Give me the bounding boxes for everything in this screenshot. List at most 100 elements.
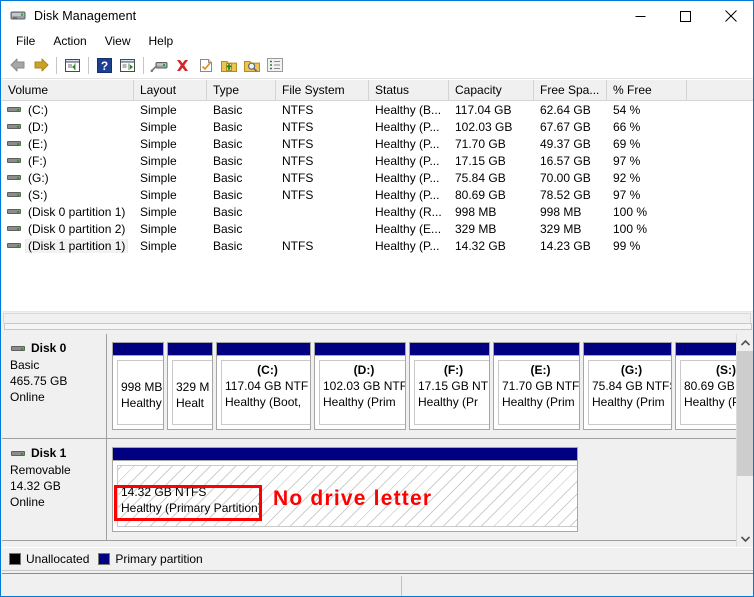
partition-color-bar xyxy=(584,343,671,356)
cell-layout: Simple xyxy=(134,222,207,236)
help-icon[interactable]: ? xyxy=(93,54,116,76)
table-row[interactable]: (S:)SimpleBasicNTFSHealthy (P...80.69 GB… xyxy=(2,186,754,203)
legend-swatch-primary-partition xyxy=(98,553,110,565)
cell-capacity: 998 MB xyxy=(449,205,534,219)
partition-block[interactable]: (F:)17.15 GB NTHealthy (Pr xyxy=(409,342,490,430)
partition-color-bar xyxy=(168,343,212,356)
column-header-filler xyxy=(687,80,754,100)
partition-body: 998 MBHealthy xyxy=(113,356,163,429)
menu-item-file[interactable]: File xyxy=(7,32,44,51)
table-row[interactable]: (G:)SimpleBasicNTFSHealthy (P...75.84 GB… xyxy=(2,169,754,186)
cell-capacity: 17.15 GB xyxy=(449,154,534,168)
column-header-volume[interactable]: Volume xyxy=(2,80,134,100)
cell-layout: Simple xyxy=(134,239,207,253)
disk-info[interactable]: Disk 0Basic465.75 GBOnline xyxy=(2,334,107,438)
table-row[interactable]: (Disk 1 partition 1)SimpleBasicNTFSHealt… xyxy=(2,237,754,254)
table-row[interactable]: (D:)SimpleBasicNTFSHealthy (P...102.03 G… xyxy=(2,118,754,135)
volume-label: (Disk 0 partition 2) xyxy=(26,222,127,236)
partition-block[interactable]: (E:)71.70 GB NTFSHealthy (Prim xyxy=(493,342,580,430)
cell-free: 14.23 GB xyxy=(534,239,607,253)
partition-text: (E:)71.70 GB NTFSHealthy (Prim xyxy=(498,360,579,425)
menu-bar: File Action View Help xyxy=(1,31,753,52)
cell-filesystem: NTFS xyxy=(276,103,369,117)
forward-icon[interactable] xyxy=(29,54,52,76)
table-row[interactable]: (E:)SimpleBasicNTFSHealthy (P...71.70 GB… xyxy=(2,135,754,152)
volume-drive-icon xyxy=(6,138,22,149)
partition-block[interactable]: (D:)102.03 GB NTFHealthy (Prim xyxy=(314,342,406,430)
legend-label-primary-partition: Primary partition xyxy=(115,552,202,566)
partition-health: Healthy (Pr xyxy=(418,394,489,410)
menu-item-view[interactable]: View xyxy=(96,32,140,51)
partition-color-bar xyxy=(410,343,489,356)
cell-volume: (Disk 0 partition 1) xyxy=(2,205,134,219)
show-hide-action-pane-icon[interactable] xyxy=(116,54,139,76)
partition-block[interactable]: (S:)80.69 GB NTFSHealthy (Prima xyxy=(675,342,737,430)
cell-volume: (E:) xyxy=(2,137,134,151)
toolbar-separator xyxy=(56,57,57,74)
pane-splitter[interactable] xyxy=(2,323,754,334)
column-header-capacity[interactable]: Capacity xyxy=(449,80,534,100)
partition-health: Healthy xyxy=(121,395,163,411)
partition-health: Healthy (Prima xyxy=(684,394,737,410)
cell-pctfree: 100 % xyxy=(607,205,687,219)
column-header-type[interactable]: Type xyxy=(207,80,276,100)
table-row[interactable]: (Disk 0 partition 1)SimpleBasicHealthy (… xyxy=(2,203,754,220)
disk-state: Online xyxy=(10,389,106,405)
partition-health: Healthy (Boot, xyxy=(225,394,310,410)
partition-size: 117.04 GB NTF xyxy=(225,378,310,394)
disk-block[interactable]: Disk 0Basic465.75 GBOnline998 MBHealthy3… xyxy=(2,334,737,439)
disk-name: Disk 0 xyxy=(31,341,66,355)
close-button[interactable] xyxy=(708,1,753,31)
partition-block[interactable]: 329 MHealt xyxy=(167,342,213,430)
show-hide-console-tree-icon[interactable] xyxy=(61,54,84,76)
column-header-file-system[interactable]: File System xyxy=(276,80,369,100)
minimize-button[interactable] xyxy=(618,1,663,31)
partition-drive-letter: (D:) xyxy=(323,363,405,377)
cell-layout: Simple xyxy=(134,120,207,134)
column-header-percent-free[interactable]: % Free xyxy=(607,80,687,100)
partition-color-bar xyxy=(494,343,579,356)
export-list-icon[interactable] xyxy=(217,54,240,76)
partition-body: 329 MHealt xyxy=(168,356,212,429)
partition-body: (D:)102.03 GB NTFHealthy (Prim xyxy=(315,356,405,429)
rescan-disks-icon[interactable] xyxy=(148,54,171,76)
detail-view-icon[interactable] xyxy=(263,54,286,76)
delete-icon[interactable] xyxy=(171,54,194,76)
cell-filesystem: NTFS xyxy=(276,137,369,151)
volume-list-body: (C:)SimpleBasicNTFSHealthy (B...117.04 G… xyxy=(2,101,754,254)
menu-item-help[interactable]: Help xyxy=(140,32,183,51)
cell-volume: (D:) xyxy=(2,120,134,134)
column-header-layout[interactable]: Layout xyxy=(134,80,207,100)
partition-block[interactable]: 998 MBHealthy xyxy=(112,342,164,430)
partition-size: 80.69 GB NTFS xyxy=(684,378,737,394)
table-row[interactable]: (F:)SimpleBasicNTFSHealthy (P...17.15 GB… xyxy=(2,152,754,169)
search-icon[interactable] xyxy=(240,54,263,76)
partition-block[interactable]: (G:)75.84 GB NTFSHealthy (Prim xyxy=(583,342,672,430)
back-icon[interactable] xyxy=(6,54,29,76)
disk-size: 14.32 GB xyxy=(10,478,106,494)
table-row[interactable]: (Disk 0 partition 2)SimpleBasicHealthy (… xyxy=(2,220,754,237)
graphical-view-vscrollbar[interactable] xyxy=(736,334,754,547)
column-header-free-space[interactable]: Free Spa... xyxy=(534,80,607,100)
disk-drive-icon xyxy=(10,8,26,24)
volume-list-pane: Volume Layout Type File System Status Ca… xyxy=(2,79,754,330)
cell-volume: (G:) xyxy=(2,171,134,185)
cell-type: Basic xyxy=(207,154,276,168)
partition-size: 17.15 GB NT xyxy=(418,378,489,394)
disk-info[interactable]: Disk 1Removable14.32 GBOnline xyxy=(2,439,107,540)
disk-management-window: Disk Management File Action View Help xyxy=(0,0,754,597)
table-row[interactable]: (C:)SimpleBasicNTFSHealthy (B...117.04 G… xyxy=(2,101,754,118)
maximize-button[interactable] xyxy=(663,1,708,31)
partition-drive-letter: (F:) xyxy=(418,363,489,377)
scroll-down-arrow-icon[interactable] xyxy=(737,530,754,547)
menu-item-action[interactable]: Action xyxy=(44,32,95,51)
disk-size: 465.75 GB xyxy=(10,373,106,389)
annotation-label: No drive letter xyxy=(273,487,432,511)
cell-pctfree: 97 % xyxy=(607,154,687,168)
partition-block[interactable]: (C:)117.04 GB NTFHealthy (Boot, xyxy=(216,342,311,430)
column-header-status[interactable]: Status xyxy=(369,80,449,100)
volume-drive-icon xyxy=(6,155,22,166)
scroll-up-arrow-icon[interactable] xyxy=(737,334,754,351)
graphical-view-vscroll-thumb[interactable] xyxy=(737,351,754,476)
properties-icon[interactable] xyxy=(194,54,217,76)
